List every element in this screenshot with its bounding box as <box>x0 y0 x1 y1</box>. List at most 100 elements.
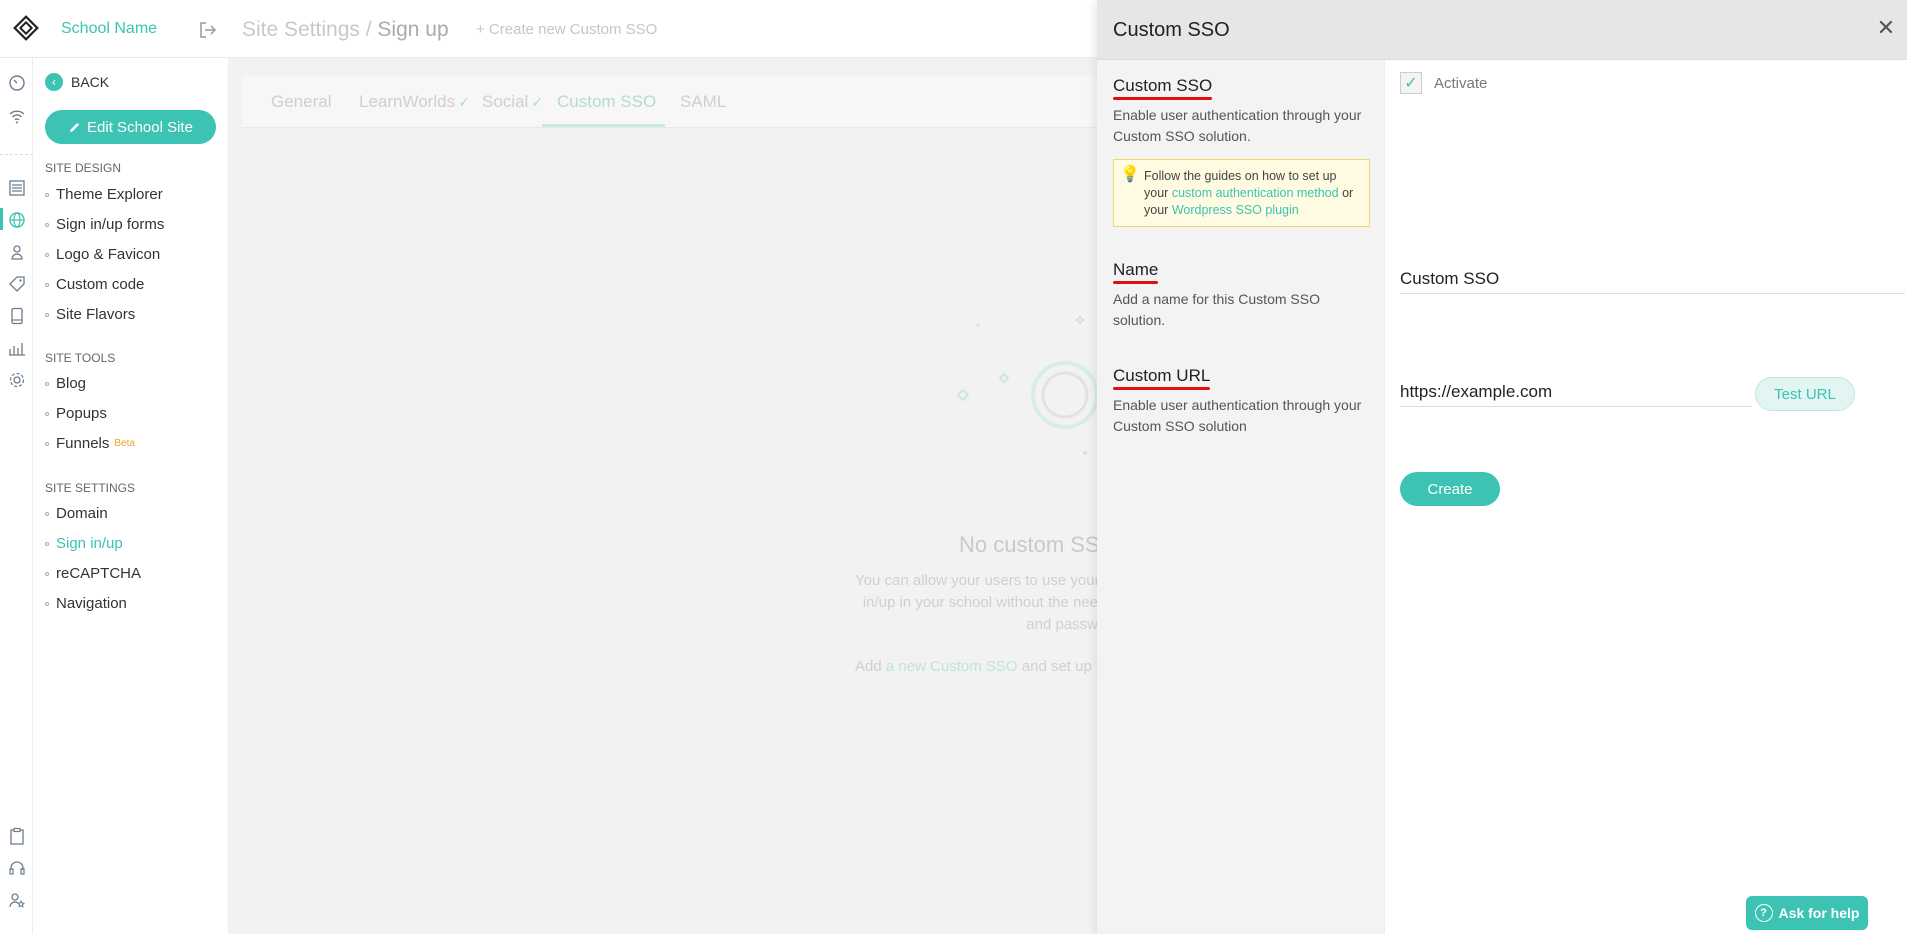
custom-sso-label: Custom SSO <box>1113 76 1213 100</box>
bullet <box>45 601 49 606</box>
nav-label: Navigation <box>56 595 127 612</box>
nav-label: Sign in/up forms <box>56 216 165 233</box>
bullet <box>45 411 49 416</box>
nav-logo-favicon[interactable]: Logo & Favicon <box>45 246 160 263</box>
tab-general[interactable]: General <box>271 92 331 112</box>
user-star-icon[interactable] <box>7 890 27 910</box>
tab-label: LearnWorlds <box>359 92 456 111</box>
logout-icon[interactable] <box>198 20 218 40</box>
nav-theme-explorer[interactable]: Theme Explorer <box>45 186 163 203</box>
custom-url-label: Custom URL <box>1113 366 1211 390</box>
create-button[interactable]: Create <box>1400 472 1500 506</box>
tag-icon[interactable] <box>7 274 27 294</box>
section-title-site-settings: SITE SETTINGS <box>45 481 136 495</box>
nav-navigation[interactable]: Navigation <box>45 595 127 612</box>
back-label: BACK <box>71 74 110 90</box>
nav-sign-in-up[interactable]: Sign in/up <box>45 535 123 552</box>
custom-sso-description: Enable user authentication through your … <box>1113 107 1362 144</box>
rail-divider <box>0 154 33 155</box>
ask-for-help-label: Ask for help <box>1778 905 1860 921</box>
edit-school-site-button[interactable]: Edit School Site <box>45 110 216 144</box>
school-name-link[interactable]: School Name <box>61 20 157 38</box>
section-title-site-tools: SITE TOOLS <box>45 351 116 365</box>
panel-header: Custom SSO ✕ <box>1097 0 1907 60</box>
clipboard-icon[interactable] <box>7 826 27 846</box>
empty-line-2: in/up in your school without the nee <box>862 594 1098 611</box>
create-custom-sso-link[interactable]: + Create new Custom SSO <box>476 21 657 38</box>
nav-site-flavors[interactable]: Site Flavors <box>45 306 135 323</box>
panel-title: Custom SSO <box>1113 19 1230 41</box>
bullet <box>45 252 49 257</box>
activate-label: Activate <box>1434 74 1488 92</box>
empty-state-illustration <box>956 315 1099 455</box>
beta-badge: Beta <box>114 438 135 449</box>
add-prefix: Add <box>855 658 882 675</box>
empty-line-3: and passw <box>1026 616 1098 633</box>
tab-social[interactable]: Social ✓ <box>482 92 543 112</box>
dashboard-icon[interactable] <box>7 73 27 93</box>
bullet <box>45 571 49 576</box>
back-button[interactable]: ‹ BACK <box>45 73 109 91</box>
ask-for-help-button[interactable]: ? Ask for help <box>1746 896 1868 930</box>
tab-custom-sso[interactable]: Custom SSO <box>557 92 656 112</box>
back-arrow-icon: ‹ <box>45 73 63 91</box>
wordpress-sso-plugin-link[interactable]: Wordpress SSO plugin <box>1172 203 1299 217</box>
nav-blog[interactable]: Blog <box>45 375 86 392</box>
settings-tabs: General LearnWorlds ✓ Social ✓ Custom SSO … <box>242 76 1097 128</box>
pencil-icon <box>69 122 80 132</box>
bullet <box>45 541 49 546</box>
nav-label: Logo & Favicon <box>56 246 161 263</box>
users-icon[interactable] <box>7 242 27 262</box>
name-description: Add a name for this Custom SSO solution. <box>1113 291 1320 328</box>
analytics-icon[interactable] <box>7 338 27 358</box>
bullet <box>45 192 49 197</box>
top-bar: School Name Site Settings / Sign up + Cr… <box>0 0 1097 58</box>
empty-state-title: No custom SSO <box>959 532 1097 557</box>
settings-gear-icon[interactable] <box>7 370 27 390</box>
breadcrumb-parent[interactable]: Site Settings / <box>242 18 372 41</box>
tab-saml[interactable]: SAML <box>680 92 726 112</box>
custom-auth-method-link[interactable]: custom authentication method <box>1172 186 1339 200</box>
add-custom-sso-link[interactable]: a new Custom SSO <box>886 658 1018 675</box>
school-logo-icon[interactable] <box>12 14 40 42</box>
nav-label: reCAPTCHA <box>56 565 142 582</box>
nav-custom-code[interactable]: Custom code <box>45 276 144 293</box>
nav-domain[interactable]: Domain <box>45 505 108 522</box>
bullet <box>45 282 49 287</box>
edit-school-site-label: Edit School Site <box>87 118 193 136</box>
nav-label: Custom code <box>56 276 145 293</box>
globe-icon[interactable] <box>7 210 27 230</box>
breadcrumb-current: Sign up <box>377 18 449 41</box>
name-input[interactable] <box>1400 265 1905 294</box>
empty-line-1: You can allow your users to use your <box>855 572 1098 589</box>
activate-checkbox[interactable]: ✓ Activate <box>1400 72 1487 94</box>
bullet <box>45 381 49 386</box>
mobile-icon[interactable] <box>7 306 27 326</box>
tab-learnworlds[interactable]: LearnWorlds ✓ <box>359 92 470 112</box>
custom-url-description: Enable user authentication through your … <box>1113 397 1362 434</box>
check-icon: ✓ <box>458 94 470 110</box>
active-rail-indicator <box>0 208 3 230</box>
bullet <box>45 441 49 446</box>
bullet <box>45 222 49 227</box>
nav-label: Domain <box>56 505 108 522</box>
lightbulb-icon: 💡 <box>1120 166 1140 183</box>
nav-label: Funnels <box>56 435 110 452</box>
setup-guide-tip: 💡 Follow the guides on how to set up you… <box>1113 159 1370 227</box>
nav-popups[interactable]: Popups <box>45 405 107 422</box>
section-title-site-design: SITE DESIGN <box>45 161 122 175</box>
icon-rail <box>0 58 33 934</box>
nav-label: Sign in/up <box>56 535 123 552</box>
wifi-icon[interactable] <box>7 106 27 126</box>
nav-recaptcha[interactable]: reCAPTCHA <box>45 565 141 582</box>
support-headset-icon[interactable] <box>7 858 27 878</box>
pages-icon[interactable] <box>7 178 27 198</box>
close-icon[interactable]: ✕ <box>1875 17 1897 39</box>
nav-funnels[interactable]: Funnels Beta <box>45 435 135 452</box>
help-question-icon: ? <box>1754 904 1773 922</box>
test-url-button[interactable]: Test URL <box>1755 377 1855 411</box>
custom-url-input[interactable] <box>1400 378 1752 407</box>
nav-label: Site Flavors <box>56 306 136 323</box>
nav-sign-in-up-forms[interactable]: Sign in/up forms <box>45 216 164 233</box>
tab-label: Social <box>482 92 529 111</box>
